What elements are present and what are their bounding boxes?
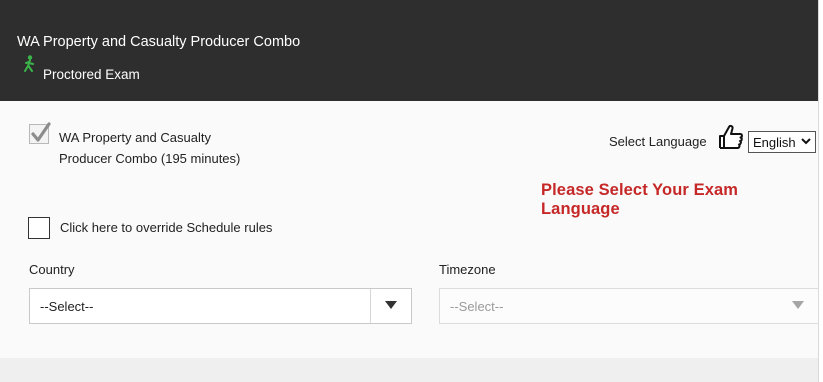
exam-checkbox[interactable] (29, 122, 51, 144)
dropdown-arrow-icon (792, 301, 804, 309)
dropdown-arrow-icon (385, 301, 397, 309)
country-select[interactable]: --Select-- (29, 288, 412, 324)
exam-header: WA Property and Casualty Producer Combo … (0, 0, 818, 101)
checkmark-icon (31, 122, 51, 142)
chevron-down-icon (801, 138, 811, 145)
proctor-person-icon (24, 55, 34, 72)
exam-title: WA Property and Casualty Producer Combo (17, 34, 301, 50)
override-schedule-checkbox[interactable] (28, 217, 50, 239)
timezone-label: Timezone (439, 262, 496, 277)
timezone-select-value: --Select-- (450, 299, 504, 314)
country-label: Country (29, 262, 75, 277)
timezone-select[interactable]: --Select-- (439, 288, 819, 324)
select-language-label: Select Language (609, 134, 707, 149)
language-prompt: Please Select Your Exam Language (541, 181, 739, 218)
language-select-value: English (753, 135, 796, 150)
exam-schedule-panel: WA Property and Casualty Producer Combo … (0, 0, 819, 382)
exam-checkbox-label: WA Property and Casualty Producer Combo … (59, 130, 241, 166)
country-select-value: --Select-- (40, 299, 94, 314)
panel-footer (0, 358, 818, 382)
timezone-dropdown-button[interactable] (778, 289, 818, 323)
pointing-hand-icon (719, 124, 743, 149)
exam-type-label: Proctored Exam (43, 67, 140, 82)
override-schedule-label: Click here to override Schedule rules (60, 220, 273, 235)
country-dropdown-button[interactable] (370, 289, 411, 323)
language-select[interactable]: English (748, 131, 816, 153)
